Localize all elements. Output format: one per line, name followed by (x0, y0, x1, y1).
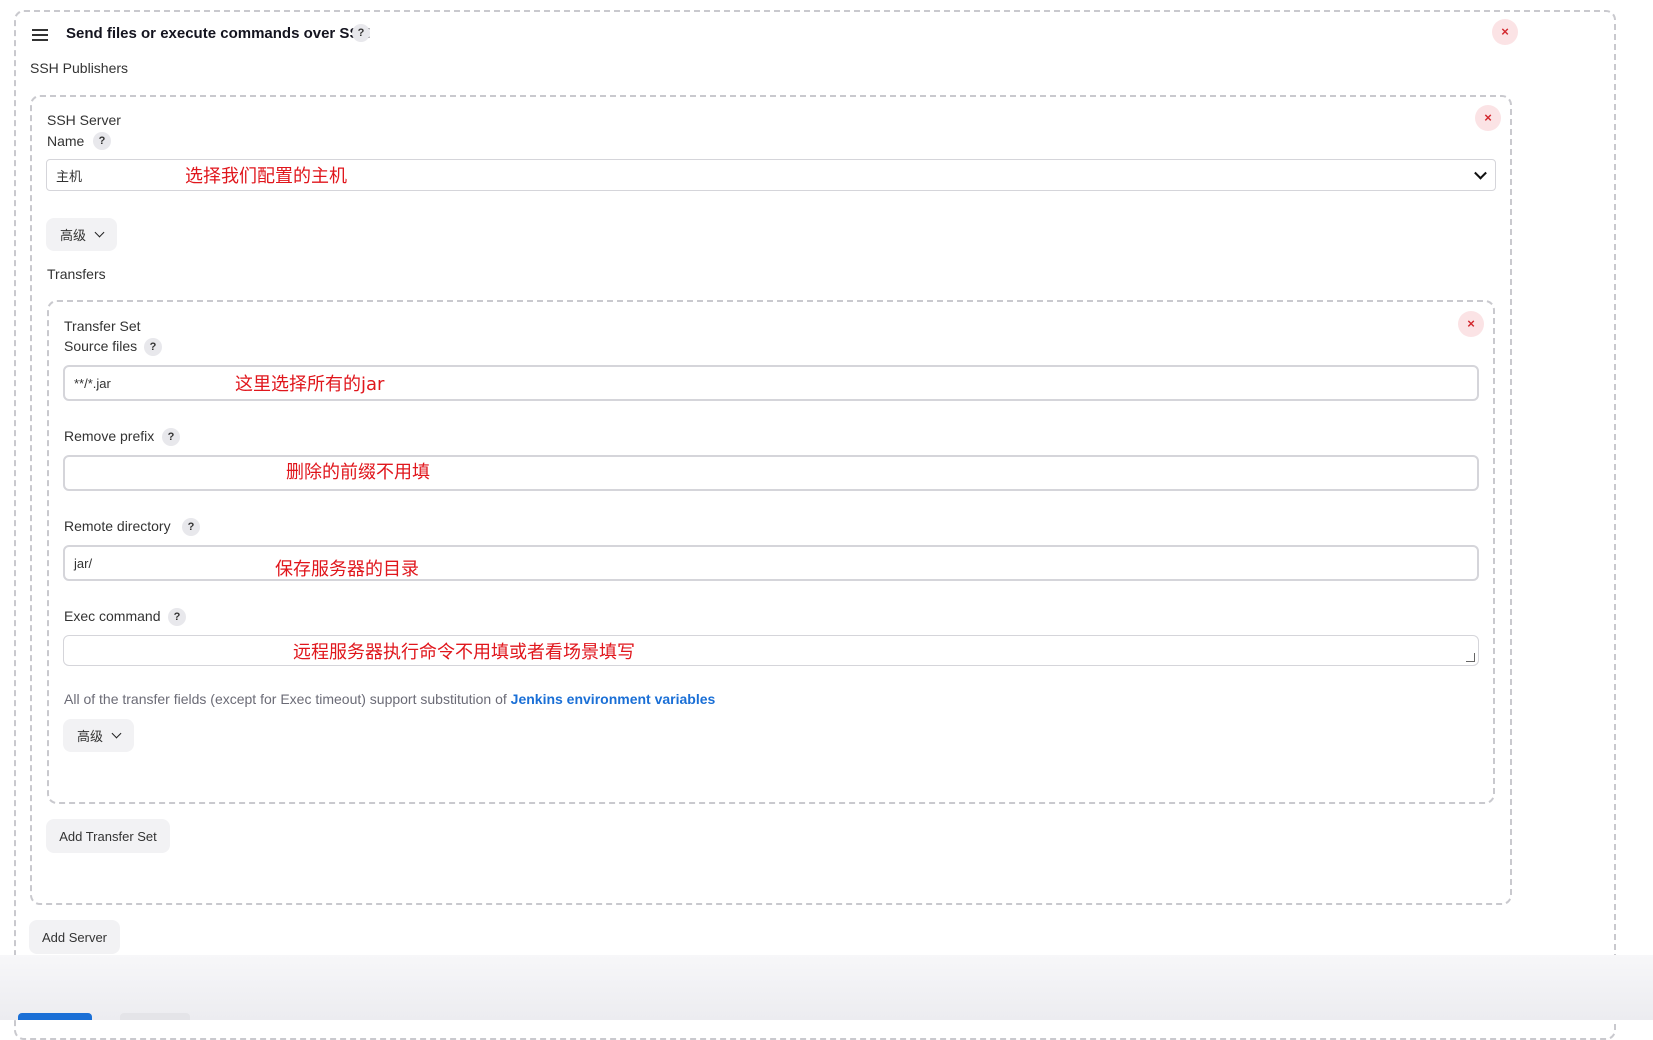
remote-directory-label: Remote directory (64, 518, 171, 534)
transfer-advanced-button[interactable]: 高级 (63, 719, 134, 752)
help-icon[interactable]: ? (144, 338, 162, 356)
help-icon[interactable]: ? (168, 608, 186, 626)
resize-handle-icon[interactable] (1466, 653, 1475, 662)
ssh-publishers-label: SSH Publishers (30, 60, 129, 76)
sticky-footer-bar (0, 955, 1653, 1020)
help-icon[interactable]: ? (182, 518, 200, 536)
help-icon[interactable]: ? (162, 428, 180, 446)
server-name-value: 主机 (56, 168, 83, 184)
remote-directory-annotation: 保存服务器的目录 (275, 559, 419, 580)
help-icon[interactable]: ? (352, 24, 370, 42)
drag-handle-icon[interactable] (32, 29, 48, 41)
source-files-annotation: 这里选择所有的jar (235, 374, 385, 395)
source-files-label: Source files (64, 338, 138, 354)
chevron-down-icon (94, 227, 105, 238)
remove-prefix-input[interactable] (63, 455, 1479, 491)
remove-prefix-annotation: 删除的前缀不用填 (286, 462, 430, 483)
chevron-down-icon (1474, 166, 1487, 180)
remove-prefix-label: Remove prefix (64, 428, 155, 444)
name-label: Name (47, 133, 85, 149)
save-button-stub[interactable] (18, 1013, 92, 1020)
add-transfer-set-button[interactable]: Add Transfer Set (46, 819, 170, 853)
transfer-set-label: Transfer Set (64, 318, 141, 334)
delete-server-close-icon[interactable]: × (1475, 105, 1501, 131)
transfers-label: Transfers (47, 266, 106, 282)
exec-command-annotation: 远程服务器执行命令不用填或者看场景填写 (293, 642, 635, 663)
ssh-server-label: SSH Server (47, 112, 121, 128)
jenkins-env-vars-link[interactable]: Jenkins environment variables (511, 691, 716, 707)
server-name-annotation: 选择我们配置的主机 (185, 166, 347, 187)
step-title: Send files or execute commands over SSH (66, 25, 371, 42)
exec-command-label: Exec command (64, 608, 161, 624)
apply-button-stub[interactable] (120, 1013, 190, 1020)
delete-step-close-icon[interactable]: × (1492, 19, 1518, 45)
exec-command-textarea[interactable] (63, 635, 1479, 666)
server-advanced-button[interactable]: 高级 (46, 218, 117, 251)
help-icon[interactable]: ? (93, 132, 111, 150)
chevron-down-icon (111, 728, 122, 739)
substitution-note: All of the transfer fields (except for E… (64, 691, 716, 707)
delete-transfer-set-close-icon[interactable]: × (1458, 311, 1484, 337)
add-server-button[interactable]: Add Server (29, 920, 120, 954)
